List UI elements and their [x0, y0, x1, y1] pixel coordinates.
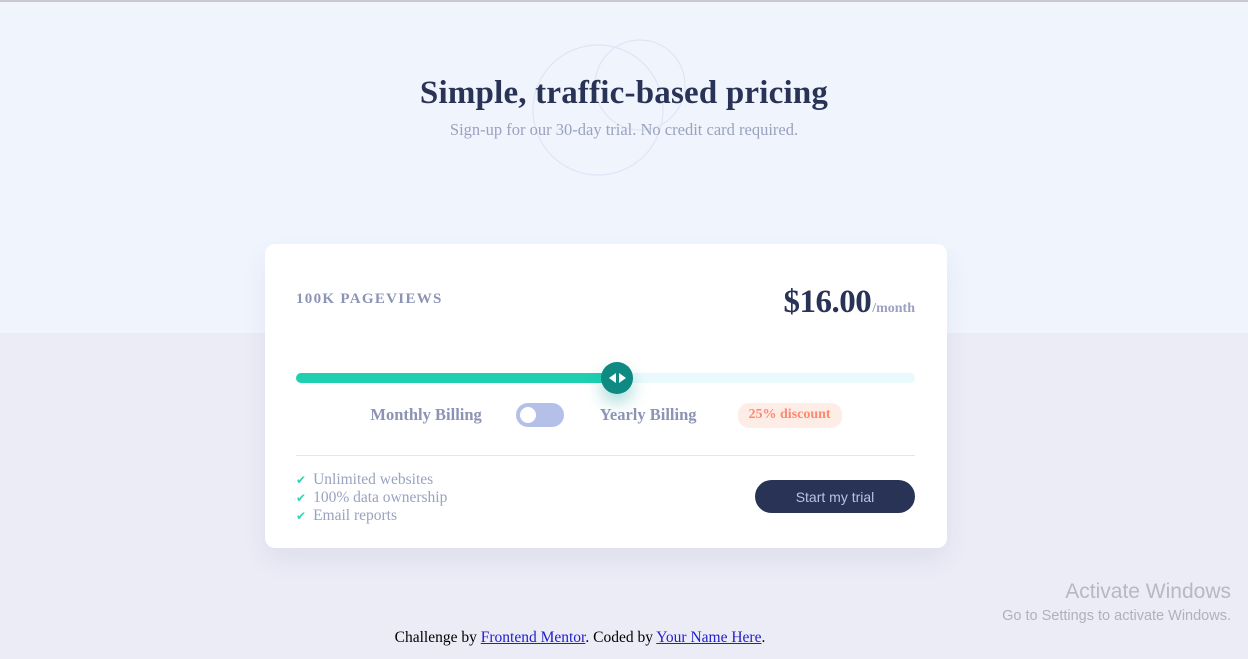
frontend-mentor-link[interactable]: Frontend Mentor	[481, 629, 586, 646]
price-block: $16.00 /month	[783, 284, 915, 321]
feature-label: 100% data ownership	[313, 489, 448, 506]
billing-toggle-knob	[519, 407, 536, 423]
arrow-left-icon	[608, 373, 616, 383]
pricing-card-top: 100K PAGEVIEWS $16.00 /month	[265, 244, 947, 330]
price-amount: $16.00	[783, 284, 872, 320]
price-period: /month	[872, 301, 915, 316]
start-trial-button[interactable]: Start my trial	[755, 480, 915, 513]
list-item: ✔ 100% data ownership	[296, 489, 447, 507]
card-divider	[296, 455, 915, 456]
watermark-title: Activate Windows	[1065, 580, 1231, 603]
billing-toggle-row: Monthly Billing Yearly Billing 25% disco…	[265, 399, 947, 431]
monthly-billing-label: Monthly Billing	[370, 405, 482, 424]
footer-attribution: Challenge by Frontend Mentor. Coded by Y…	[0, 629, 1160, 647]
list-item: ✔ Email reports	[296, 507, 447, 525]
author-link[interactable]: Your Name Here	[656, 629, 761, 646]
page-header: Simple, traffic-based pricing Sign-up fo…	[0, 72, 1248, 141]
footer-suffix: .	[761, 629, 766, 646]
pageviews-label: 100K PAGEVIEWS	[296, 291, 443, 307]
footer-middle: . Coded by	[585, 629, 657, 646]
footer-prefix: Challenge by	[394, 629, 481, 646]
billing-toggle[interactable]	[515, 403, 564, 427]
browser-chrome-edge	[0, 0, 1248, 2]
watermark-subtitle: Go to Settings to activate Windows.	[1002, 608, 1231, 624]
arrow-right-icon	[618, 373, 626, 383]
slider-thumb[interactable]	[601, 362, 633, 394]
yearly-billing-label: Yearly Billing	[599, 405, 697, 424]
feature-list: ✔ Unlimited websites ✔ 100% data ownersh…	[296, 471, 447, 525]
windows-activation-watermark: Activate Windows Go to Settings to activ…	[1002, 578, 1231, 627]
pageviews-slider[interactable]	[296, 362, 915, 396]
page-title: Simple, traffic-based pricing	[419, 75, 829, 111]
pricing-card-bottom: ✔ Unlimited websites ✔ 100% data ownersh…	[265, 471, 947, 541]
feature-label: Email reports	[313, 507, 397, 524]
check-icon: ✔	[296, 491, 307, 505]
page-subtitle: Sign-up for our 30-day trial. No credit …	[449, 120, 799, 139]
check-icon: ✔	[296, 509, 307, 523]
check-icon: ✔	[296, 473, 307, 487]
discount-badge: 25% discount	[737, 402, 842, 428]
list-item: ✔ Unlimited websites	[296, 471, 447, 489]
slider-fill	[296, 373, 622, 383]
pricing-card: 100K PAGEVIEWS $16.00 /month Monthly Bil…	[265, 244, 947, 548]
feature-label: Unlimited websites	[313, 471, 434, 488]
